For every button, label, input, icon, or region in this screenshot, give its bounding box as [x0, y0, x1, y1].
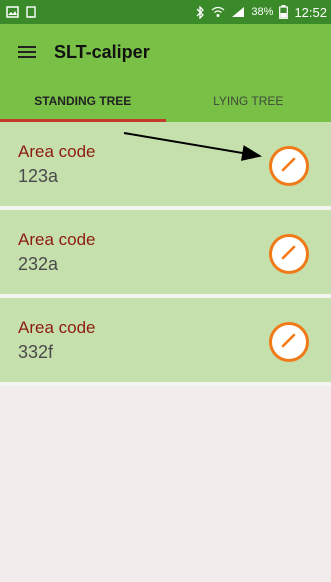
tab-lying-tree[interactable]: LYING TREE [166, 80, 331, 122]
tab-standing-tree[interactable]: STANDING TREE [0, 80, 166, 122]
bluetooth-icon [196, 5, 205, 19]
pencil-icon [279, 242, 299, 267]
edit-button[interactable] [269, 322, 309, 362]
area-code-value: 332f [18, 342, 54, 362]
area-code-label: Area code [18, 318, 96, 337]
area-code-label: Area code [18, 230, 96, 249]
wifi-icon [211, 6, 225, 18]
battery-percent: 38% [251, 6, 274, 18]
pencil-icon [279, 330, 299, 355]
area-code-value: 232a [18, 254, 59, 274]
area-code-value: 123a [18, 166, 59, 186]
list-item[interactable]: Area code 123a [0, 122, 331, 210]
clock: 12:52 [294, 4, 327, 20]
battery-icon [279, 5, 289, 19]
area-code-list: Area code 123a Area code 232a Area code … [0, 122, 331, 386]
signal-icon [231, 6, 245, 18]
list-item[interactable]: Area code 232a [0, 210, 331, 298]
list-item[interactable]: Area code 332f [0, 298, 331, 386]
area-code-label: Area code [18, 142, 96, 161]
edit-button[interactable] [269, 234, 309, 274]
app-title: SLT-caliper [54, 41, 150, 62]
menu-icon[interactable] [16, 41, 38, 63]
edit-button[interactable] [269, 146, 309, 186]
status-bar: 38% 12:52 [0, 0, 331, 24]
app-toolbar: SLT-caliper [0, 24, 331, 80]
pencil-icon [279, 154, 299, 179]
tab-bar: STANDING TREE LYING TREE [0, 80, 331, 122]
screenshot-notification-icon [25, 6, 37, 18]
gallery-notification-icon [6, 6, 19, 18]
